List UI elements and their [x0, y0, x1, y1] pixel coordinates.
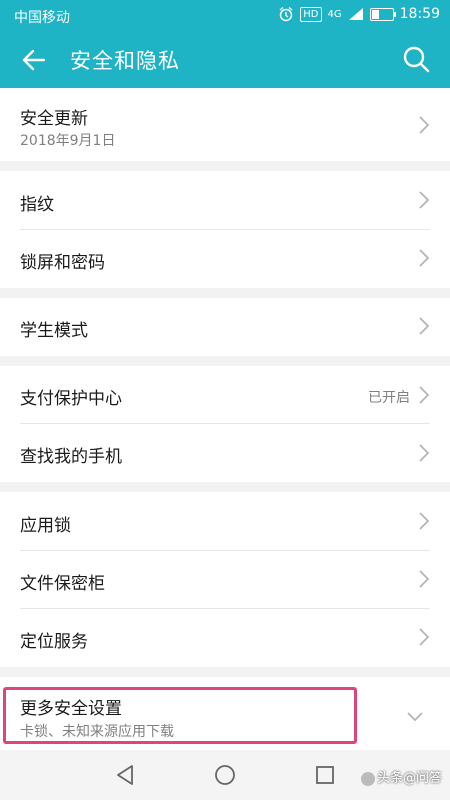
find-my-phone-label: 查找我的手机 [20, 447, 122, 467]
chevron-right-icon [419, 386, 430, 404]
row-find-my-phone[interactable]: 查找我的手机 [0, 424, 450, 482]
payment-protection-status: 已开启 [368, 390, 410, 406]
network-type: 4G [327, 8, 342, 20]
row-location[interactable]: 定位服务 [0, 609, 450, 667]
chevron-right-icon [419, 570, 430, 588]
group-privacy: 应用锁 文件保密柜 定位服务 [0, 492, 450, 667]
hd-badge: HD [300, 6, 322, 22]
group-student-mode: 学生模式 [0, 298, 450, 356]
alarm-icon [279, 7, 293, 22]
more-security-label: 更多安全设置 [20, 699, 122, 719]
page-title: 安全和隐私 [70, 49, 180, 73]
student-mode-label: 学生模式 [20, 321, 88, 341]
chevron-right-icon [419, 317, 430, 335]
group-more-security: 更多安全设置 卡锁、未知来源应用下载 [0, 677, 450, 750]
row-more-security[interactable]: 更多安全设置 卡锁、未知来源应用下载 [0, 677, 450, 750]
signal-icon [348, 8, 363, 20]
row-file-safe[interactable]: 文件保密柜 [0, 551, 450, 608]
payment-protection-label: 支付保护中心 [20, 389, 122, 409]
row-app-lock[interactable]: 应用锁 [0, 492, 450, 550]
back-arrow-icon[interactable] [18, 44, 50, 76]
app-lock-label: 应用锁 [20, 516, 71, 536]
watermark-icon [360, 771, 375, 786]
row-lock-screen[interactable]: 锁屏和密码 [0, 230, 450, 288]
group-payment: 支付保护中心 已开启 查找我的手机 [0, 366, 450, 482]
chevron-right-icon [419, 191, 430, 209]
clock: 18:59 [399, 6, 440, 22]
row-security-update[interactable]: 安全更新 2018年9月1日 [0, 88, 450, 161]
more-security-sub: 卡锁、未知来源应用下载 [20, 724, 174, 740]
navigation-bar: 头条@问答 [0, 750, 450, 800]
row-student-mode[interactable]: 学生模式 [0, 298, 450, 356]
row-payment-protection[interactable]: 支付保护中心 已开启 [0, 366, 450, 423]
security-update-date: 2018年9月1日 [20, 133, 116, 149]
chevron-right-icon [419, 628, 430, 646]
battery-icon [369, 7, 396, 21]
row-fingerprint[interactable]: 指纹 [0, 171, 450, 229]
chevron-right-icon [419, 249, 430, 267]
group-biometrics: 指纹 锁屏和密码 [0, 171, 450, 288]
status-icons: HD 4G 18:59 [278, 6, 440, 22]
back-triangle-icon[interactable] [112, 762, 138, 788]
lock-screen-label: 锁屏和密码 [20, 253, 105, 273]
group-security-update: 安全更新 2018年9月1日 [0, 88, 450, 161]
watermark: 头条@问答 [360, 767, 442, 786]
search-icon[interactable] [400, 43, 432, 75]
file-safe-label: 文件保密柜 [20, 574, 105, 594]
chevron-right-icon [419, 444, 430, 462]
status-bar: 中国移动 HD 4G 18:59 [0, 0, 450, 32]
app-bar: 安全和隐私 [0, 32, 450, 88]
recents-square-icon[interactable] [312, 762, 338, 788]
security-update-label: 安全更新 [20, 109, 88, 129]
location-label: 定位服务 [20, 632, 88, 652]
chevron-right-icon [419, 116, 430, 134]
home-circle-icon[interactable] [212, 762, 238, 788]
chevron-right-icon [419, 512, 430, 530]
fingerprint-label: 指纹 [20, 195, 54, 215]
chevron-down-icon [407, 712, 423, 722]
watermark-text: 头条@问答 [376, 771, 442, 786]
carrier-name: 中国移动 [14, 10, 70, 26]
